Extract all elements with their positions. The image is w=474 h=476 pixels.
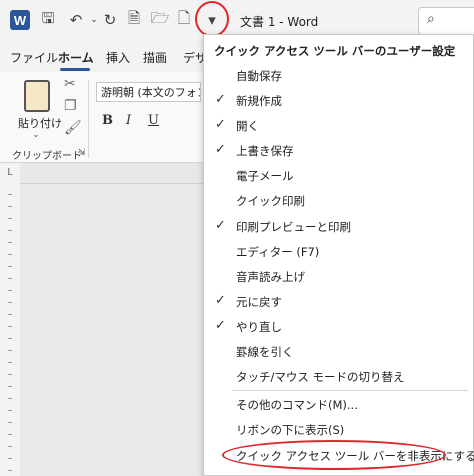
- check-icon: ✓: [215, 218, 226, 233]
- menu-item-undo[interactable]: ✓ 元に戻す: [204, 290, 473, 314]
- menu-item-label: 音声読み上げ: [236, 270, 305, 284]
- cut-icon[interactable]: ✂: [64, 76, 76, 92]
- save-icon[interactable]: 🖫: [38, 9, 58, 30]
- tab-draw[interactable]: 描画: [143, 49, 167, 66]
- highlight-circle-hide-option: [222, 440, 446, 470]
- search-box[interactable]: ⌕: [418, 7, 474, 35]
- check-icon: ✓: [215, 92, 226, 107]
- clipboard-dialog-launcher-icon[interactable]: ⇲: [78, 148, 86, 158]
- menu-item-label: クイック印刷: [236, 194, 305, 208]
- print-preview-icon[interactable]: 🗎: [124, 9, 144, 30]
- redo-icon[interactable]: ↻: [100, 10, 120, 30]
- menu-item-label: 電子メール: [236, 169, 294, 183]
- menu-item-label: その他のコマンド(M)...: [236, 398, 358, 412]
- menu-item-label: エディター (F7): [236, 245, 320, 259]
- font-name-select[interactable]: 游明朝 (本文のフォン: [96, 82, 201, 102]
- menu-separator: [232, 390, 468, 391]
- check-icon: ✓: [215, 293, 226, 308]
- italic-button[interactable]: I: [126, 113, 131, 128]
- menu-item-label: 元に戻す: [236, 295, 282, 309]
- menu-item-print-preview[interactable]: ✓ 印刷プレビューと印刷: [204, 215, 473, 239]
- menu-item-touch-mouse-mode[interactable]: タッチ/マウス モードの切り替え: [204, 365, 473, 389]
- highlight-circle-dropdown: [195, 1, 229, 37]
- menu-item-label: 自動保存: [236, 69, 282, 83]
- undo-icon[interactable]: ↶: [66, 10, 86, 30]
- clipboard-group-label: クリップボード: [12, 151, 82, 162]
- menu-item-open[interactable]: ✓ 開く: [204, 114, 473, 138]
- check-icon: ✓: [215, 318, 226, 333]
- menu-item-autosave[interactable]: 自動保存: [204, 64, 473, 88]
- menu-item-save[interactable]: ✓ 上書き保存: [204, 139, 473, 163]
- check-icon: ✓: [215, 142, 226, 157]
- menu-item-draw-table[interactable]: 罫線を引く: [204, 340, 473, 364]
- menu-item-new[interactable]: ✓ 新規作成: [204, 89, 473, 113]
- menu-item-email[interactable]: 電子メール: [204, 164, 473, 188]
- open-folder-icon[interactable]: 🗁: [150, 9, 170, 30]
- menu-item-label: 開く: [236, 119, 259, 133]
- new-document-icon[interactable]: 🗋: [174, 9, 194, 30]
- menu-item-label: 印刷プレビューと印刷: [236, 220, 351, 234]
- word-logo-icon: W: [10, 10, 30, 30]
- tab-file[interactable]: ファイル: [10, 49, 58, 66]
- underline-button[interactable]: U: [148, 113, 159, 128]
- format-painter-icon[interactable]: 🖌: [64, 120, 82, 136]
- menu-item-more-commands[interactable]: その他のコマンド(M)...: [204, 393, 473, 417]
- menu-item-label: タッチ/マウス モードの切り替え: [236, 370, 405, 384]
- bold-button[interactable]: B: [102, 113, 113, 128]
- search-icon: ⌕: [427, 11, 435, 27]
- document-title: 文書 1 - Word: [240, 15, 319, 29]
- tab-selector[interactable]: L: [0, 163, 20, 183]
- check-icon: ✓: [215, 117, 226, 132]
- menu-item-quick-print[interactable]: クイック印刷: [204, 189, 473, 213]
- menu-item-read-aloud[interactable]: 音声読み上げ: [204, 265, 473, 289]
- menu-item-label: 新規作成: [236, 94, 282, 108]
- menu-item-label: 上書き保存: [236, 144, 294, 158]
- menu-title: クイック アクセス ツール バーのユーザー設定: [214, 44, 456, 58]
- menu-item-show-below-ribbon[interactable]: リボンの下に表示(S): [204, 418, 473, 442]
- group-divider: [88, 80, 89, 158]
- paste-dropdown-icon[interactable]: ⌄: [32, 130, 40, 140]
- customize-qa-menu: クイック アクセス ツール バーのユーザー設定 自動保存 ✓ 新規作成 ✓ 開く…: [203, 34, 474, 476]
- menu-item-redo[interactable]: ✓ やり直し: [204, 315, 473, 339]
- menu-item-editor[interactable]: エディター (F7): [204, 240, 473, 264]
- copy-icon[interactable]: ❐: [64, 98, 77, 114]
- vertical-ruler: [0, 183, 20, 476]
- menu-item-label: 罫線を引く: [236, 345, 294, 359]
- tab-home[interactable]: ホーム: [58, 49, 94, 66]
- paste-icon[interactable]: [24, 80, 50, 112]
- menu-item-label: リボンの下に表示(S): [236, 423, 345, 437]
- menu-item-label: やり直し: [236, 320, 282, 334]
- tab-insert[interactable]: 挿入: [106, 49, 130, 66]
- active-tab-indicator: [60, 68, 90, 71]
- paste-button-label[interactable]: 貼り付け: [18, 115, 62, 131]
